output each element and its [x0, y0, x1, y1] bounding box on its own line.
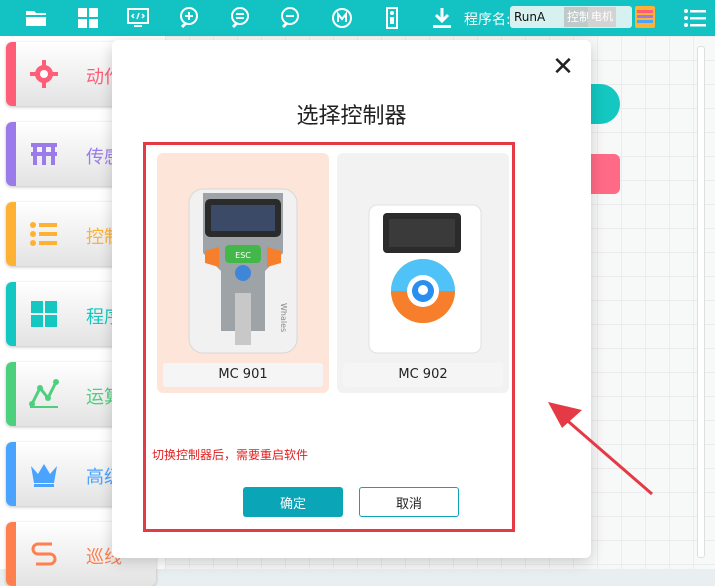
blocks-icon-graphic: [78, 8, 98, 28]
table-icon: [31, 143, 57, 165]
palette-icon[interactable]: [635, 6, 655, 28]
workspace-scrollbar[interactable]: [697, 46, 705, 558]
m-circle-icon-graphic: [332, 8, 352, 28]
close-icon[interactable]: ✕: [548, 52, 578, 82]
zoom-reset-icon[interactable]: [226, 4, 254, 32]
robot-icon-graphic: [386, 7, 398, 29]
crown-icon: [31, 464, 57, 487]
zoom-in-icon-graphic: [180, 7, 198, 29]
pointer-arrow-icon: [548, 402, 653, 496]
gear-icon: [30, 60, 58, 88]
list-icon: [30, 222, 57, 246]
motor-button[interactable]: 电机: [588, 7, 616, 27]
category-color-bar: [6, 362, 16, 426]
dialog-title: 选择控制器: [296, 104, 407, 129]
code-monitor-icon-graphic: [127, 8, 149, 27]
program-name-label: 程序名:: [464, 12, 511, 28]
grid-icon: [31, 301, 57, 327]
highlight-box: [143, 142, 515, 532]
category-color-bar: [6, 522, 16, 586]
folder-icon-graphic: [26, 11, 46, 26]
category-color-bar: [6, 42, 16, 106]
download-icon-graphic: [433, 8, 451, 28]
code-monitor-icon[interactable]: [124, 4, 152, 32]
download-icon[interactable]: [428, 4, 456, 32]
zoom-out-icon[interactable]: [276, 4, 304, 32]
category-color-bar: [6, 202, 16, 266]
zoom-in-icon[interactable]: [176, 4, 204, 32]
folder-icon[interactable]: [22, 4, 50, 32]
menu-icon[interactable]: [683, 7, 707, 29]
zoom-out-icon-graphic: [281, 7, 299, 29]
robot-icon[interactable]: [378, 4, 406, 32]
category-color-bar: [6, 442, 16, 506]
top-toolbar: 程序名: 控制 电机: [0, 0, 715, 36]
category-color-bar: [6, 282, 16, 346]
category-color-bar: [6, 122, 16, 186]
zoom-reset-icon-graphic: [231, 7, 249, 29]
line-icon: [31, 542, 57, 566]
blocks-icon[interactable]: [74, 4, 102, 32]
m-circle-icon[interactable]: [328, 4, 356, 32]
chart-icon: [29, 379, 59, 408]
